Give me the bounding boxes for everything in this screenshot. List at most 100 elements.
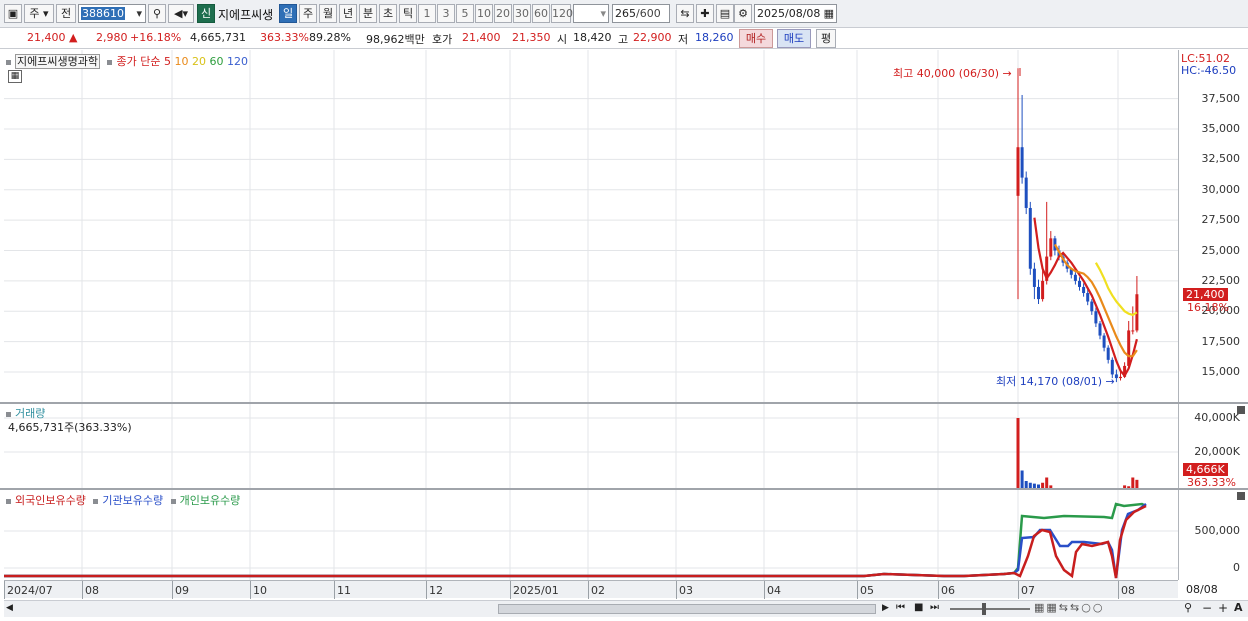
new-badge[interactable]: 신	[197, 4, 215, 23]
holding-legend: 외국인보유수량 기관보유수량 개인보유수량	[6, 492, 240, 508]
speaker-icon[interactable]: ◀▾	[168, 4, 194, 23]
ma-20-label[interactable]: 20	[192, 55, 206, 68]
interval-select[interactable]: ▾	[573, 4, 609, 23]
first-page-icon[interactable]: ⏮	[896, 602, 905, 613]
holding-panel[interactable]: 외국인보유수량 기관보유수량 개인보유수량	[4, 490, 1178, 580]
volume-bar	[1020, 470, 1024, 488]
candle-body	[1020, 147, 1024, 178]
collapse-icon[interactable]	[1237, 406, 1245, 414]
zoom-slider[interactable]	[950, 608, 1030, 610]
period-year-button[interactable]: 년	[339, 4, 357, 23]
interval-5-button[interactable]: 5	[456, 4, 474, 23]
legend-individual[interactable]: 개인보유수량	[180, 494, 241, 507]
low-note-text: 최저 14,170 (08/01)	[996, 375, 1103, 388]
last-pct-tag: 16.18%	[1187, 301, 1229, 314]
text-size-icon[interactable]: A	[1234, 601, 1243, 614]
scroll-right-icon[interactable]: ▶	[882, 603, 889, 613]
period-day-button[interactable]: 일	[279, 4, 297, 23]
avg-button[interactable]: 평	[816, 29, 836, 48]
minus-icon[interactable]: −	[1202, 601, 1212, 615]
date-input[interactable]: 2025/08/08 ▦	[754, 4, 837, 23]
price-panel[interactable]: 지에프씨생명과학 종가 단순 5 10 20 60 120 ▦ 최고 40,00…	[4, 50, 1178, 402]
period-week-button[interactable]: 주	[299, 4, 317, 23]
period-tick-button[interactable]: 틱	[399, 4, 417, 23]
sell-button[interactable]: 매도	[777, 29, 811, 48]
candle-body	[1119, 376, 1122, 379]
period-minute-button[interactable]: 분	[359, 4, 377, 23]
volume-value: 4,665,731주(363.33%)	[8, 421, 132, 434]
price-tick: 35,000	[1201, 122, 1241, 135]
current-price: 21,400 ▲	[27, 31, 77, 44]
crosshair-icon[interactable]: ✚	[696, 4, 714, 23]
stock-code-input[interactable]: 388610 ▾	[78, 4, 146, 23]
interval-1-button[interactable]: 1	[418, 4, 436, 23]
interval-20-button[interactable]: 20	[494, 4, 512, 23]
x-axis-label: 10	[250, 581, 267, 599]
candle-body	[1131, 330, 1135, 332]
period-month-button[interactable]: 월	[319, 4, 337, 23]
compare-icon[interactable]: ⇆	[676, 4, 694, 23]
legend-institution[interactable]: 기관보유수량	[102, 494, 163, 507]
volume-chart[interactable]	[4, 404, 1178, 488]
tool-icons[interactable]: ▦▦⇆⇆○○	[1034, 601, 1104, 614]
slider-handle[interactable]	[982, 603, 986, 615]
hoga-label: 호가	[432, 33, 453, 46]
stop-icon[interactable]: ■	[914, 602, 923, 613]
save-icon[interactable]: ▤	[716, 4, 734, 23]
candle-body	[1082, 286, 1086, 294]
x-axis-label: 07	[1018, 581, 1035, 599]
interval-60-button[interactable]: 60	[532, 4, 550, 23]
stock-label[interactable]: 지에프씨생명과학	[15, 54, 100, 69]
price-chart[interactable]	[4, 50, 1178, 402]
holding-axis: 500,000 0	[1178, 490, 1248, 580]
volume-bar	[1024, 481, 1028, 488]
quote-bar: 21,400 ▲ 2,980 +16.18% 4,665,731 363.33%…	[0, 28, 1248, 49]
search-icon[interactable]: ⚲	[148, 4, 166, 23]
volume-panel[interactable]: 거래량 4,665,731주(363.33%)	[4, 404, 1178, 488]
period-second-button[interactable]: 초	[379, 4, 397, 23]
x-axis-label: 03	[676, 581, 693, 599]
scroll-left-icon[interactable]: ◀	[6, 603, 13, 613]
price-tick: 27,500	[1201, 213, 1241, 227]
prev-button[interactable]: 전	[56, 4, 76, 23]
legend-foreign[interactable]: 외국인보유수량	[15, 494, 86, 507]
x-axis-label: 05	[857, 581, 874, 599]
zoom-icon[interactable]: ⚲	[1184, 601, 1192, 614]
count-total: /600	[636, 7, 661, 20]
candle-body	[1041, 280, 1045, 300]
interval-10-button[interactable]: 10	[475, 4, 493, 23]
interval-3-button[interactable]: 3	[437, 4, 455, 23]
legend-square-icon	[6, 498, 11, 504]
ma-5-label[interactable]: 5	[164, 55, 171, 68]
period-toggle-label: 주	[29, 7, 40, 20]
candle-body	[1094, 311, 1098, 324]
hc-label: HC:-46.50	[1181, 64, 1237, 77]
collapse-icon[interactable]	[1237, 492, 1245, 500]
x-axis-label: 06	[938, 581, 955, 599]
candle-body	[1037, 286, 1040, 300]
interval-30-button[interactable]: 30	[513, 4, 531, 23]
candle-body	[1078, 280, 1081, 287]
count-input[interactable]: 265/600	[612, 4, 670, 23]
buy-button[interactable]: 매수	[739, 29, 773, 48]
layout-icon[interactable]: ▣	[4, 4, 22, 23]
scroll-thumb[interactable]	[498, 604, 876, 614]
ma-label[interactable]: 종가 단순	[116, 55, 160, 68]
chevron-down-icon[interactable]: ▾	[135, 5, 143, 22]
interval-120-button[interactable]: 120	[551, 4, 573, 23]
horizontal-scrollbar[interactable]: ◀ ▶ ⏮ ■ ⏭ ▦▦⇆⇆○○ ⚲ − + A	[4, 600, 1248, 617]
candle-body	[1102, 335, 1106, 348]
high-price: 22,900	[633, 31, 672, 44]
gear-icon[interactable]: ⚙	[734, 4, 752, 23]
table-icon[interactable]: ▦	[8, 70, 22, 83]
calendar-icon[interactable]: ▦	[824, 5, 834, 22]
ma-10-label[interactable]: 10	[174, 55, 188, 68]
ma-120-label[interactable]: 120	[227, 55, 248, 68]
stock-code-value: 388610	[81, 7, 125, 20]
period-toggle-select[interactable]: 주 ▾	[24, 4, 54, 23]
last-page-icon[interactable]: ⏭	[930, 602, 939, 613]
ma-60-label[interactable]: 60	[209, 55, 223, 68]
plus-icon[interactable]: +	[1218, 601, 1228, 615]
trade-volume: 4,665,731	[190, 31, 246, 44]
x-axis-label: 09	[172, 581, 189, 599]
